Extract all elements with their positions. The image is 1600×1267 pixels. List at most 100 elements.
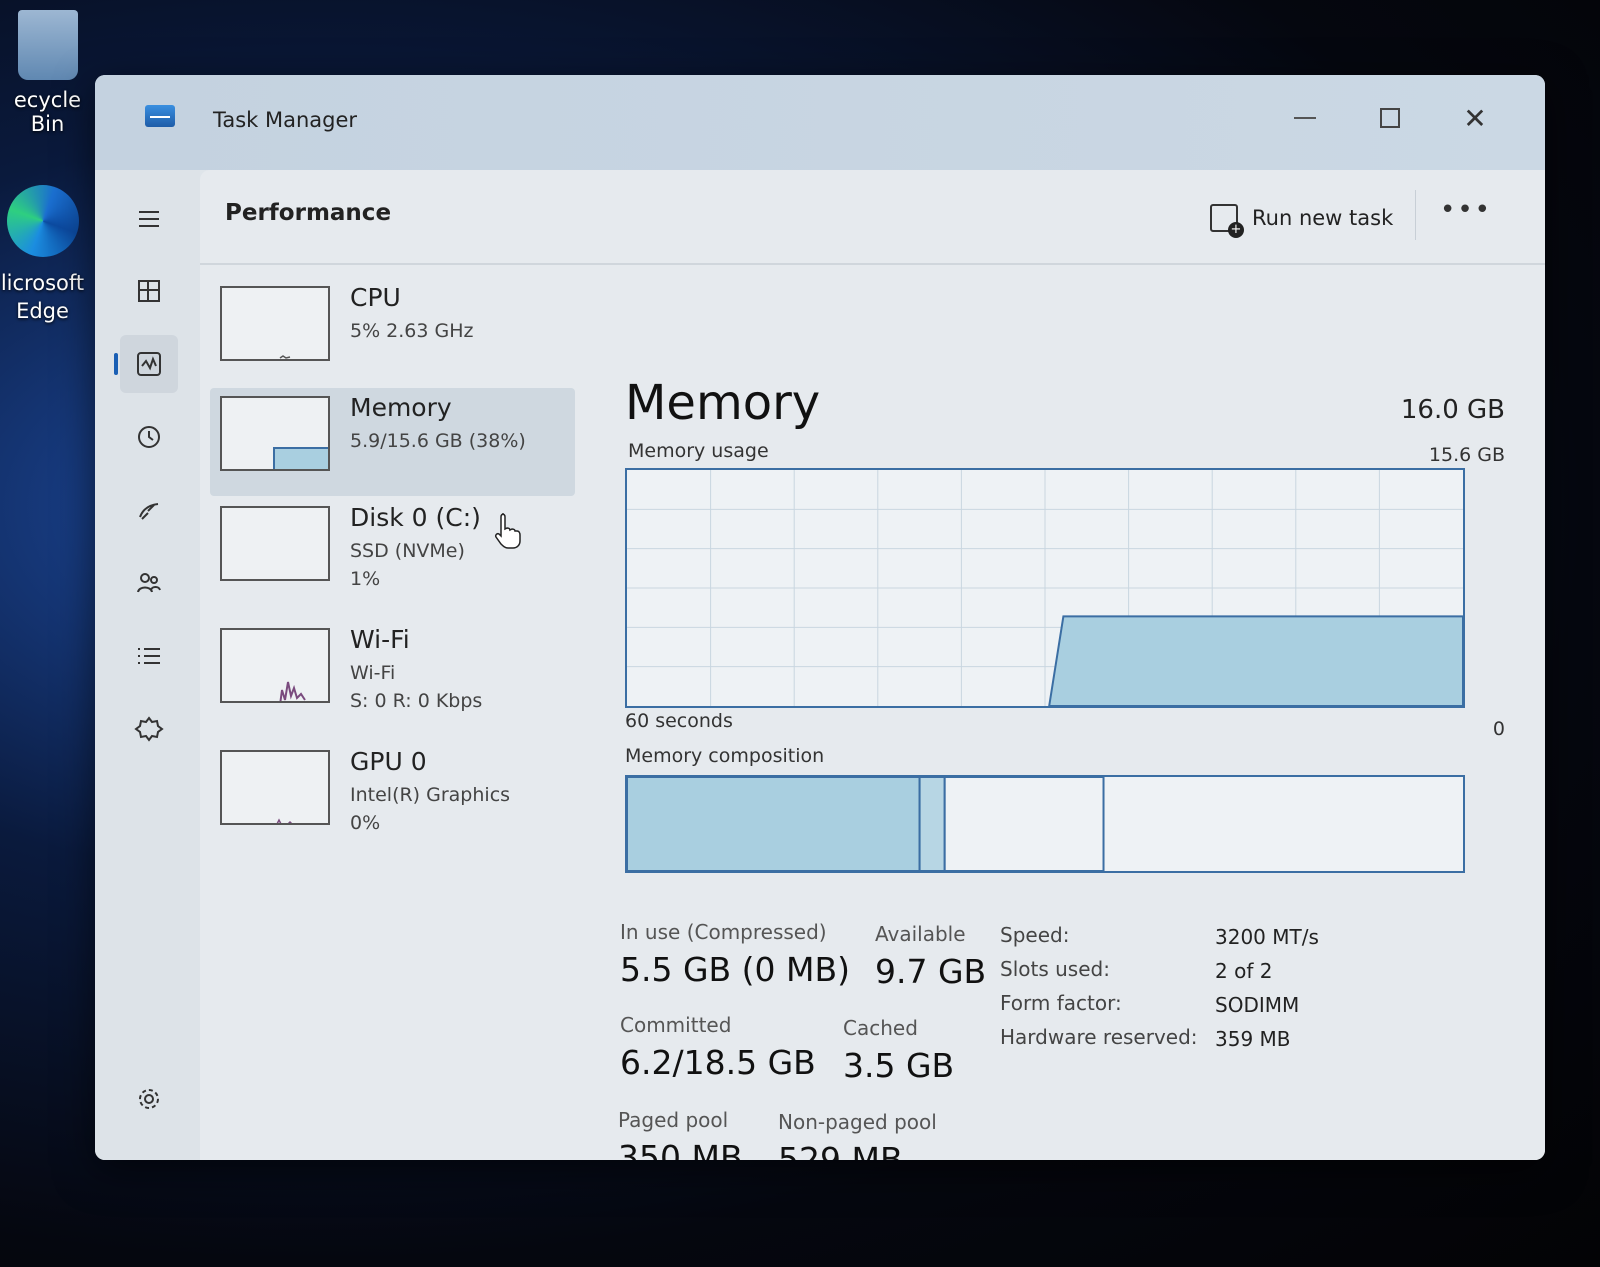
memory-composition-label: Memory composition [625, 745, 825, 767]
device-name: Memory [350, 393, 452, 422]
device-detail-2: S: 0 R: 0 Kbps [350, 690, 483, 712]
edge-label-line1: licrosoft [0, 271, 85, 295]
cpu-thumbnail-graph [220, 286, 330, 361]
composition-in-use [626, 776, 921, 872]
nav-processes[interactable] [120, 262, 178, 320]
device-name: GPU 0 [350, 747, 427, 776]
device-name: Disk 0 (C:) [350, 503, 481, 532]
nav-users[interactable] [120, 554, 178, 612]
device-detail: 5% 2.63 GHz [350, 320, 474, 342]
minimize-icon [1294, 117, 1316, 119]
content-header: Performance Run new task ••• [200, 170, 1545, 265]
task-manager-window: Task Manager ✕ Performance + Run new tas… [95, 75, 1545, 1160]
spec-hw-reserved-value: 359 MB [1215, 1027, 1291, 1051]
detail-title: Memory [625, 375, 821, 431]
device-cpu[interactable]: CPU 5% 2.63 GHz [210, 278, 575, 386]
device-name: Wi-Fi [350, 625, 410, 654]
spec-hw-reserved-label: Hardware reserved: [1000, 1025, 1198, 1049]
device-wifi[interactable]: Wi-Fi Wi-Fi S: 0 R: 0 Kbps [210, 620, 575, 728]
spec-form-factor-value: SODIMM [1215, 993, 1300, 1017]
spec-slots-value: 2 of 2 [1215, 959, 1273, 983]
in-use-label: In use (Compressed) [620, 920, 827, 944]
memory-composition-graph [625, 775, 1465, 873]
close-icon: ✕ [1463, 101, 1487, 135]
task-manager-app-icon [145, 105, 175, 127]
memory-thumbnail-graph [220, 396, 330, 471]
available-value: 9.7 GB [875, 952, 987, 991]
memory-usage-area [1048, 615, 1464, 707]
committed-label: Committed [620, 1013, 732, 1037]
device-detail-2: 0% [350, 812, 381, 834]
performance-icon [137, 352, 161, 376]
maximize-icon [1380, 108, 1400, 128]
composition-standby [943, 776, 1105, 872]
window-title: Task Manager [213, 108, 358, 132]
paged-pool-value: 350 MB [618, 1138, 743, 1160]
paged-pool-label: Paged pool [618, 1108, 729, 1132]
spec-speed-value: 3200 MT/s [1215, 925, 1319, 949]
time-end-label: 0 [1492, 718, 1505, 740]
device-detail: Wi-Fi [350, 662, 396, 684]
spec-speed-label: Speed: [1000, 923, 1070, 947]
disk-thumbnail-graph [220, 506, 330, 581]
nav-app-history[interactable] [120, 408, 178, 466]
run-new-task-icon [1210, 204, 1244, 238]
recycle-bin-label: ecycle Bin [13, 88, 82, 136]
run-new-task-button[interactable]: Run new task [1210, 198, 1393, 238]
nav-services[interactable] [120, 700, 178, 758]
gpu-thumbnail-graph [220, 750, 330, 825]
spec-slots-label: Slots used: [1000, 957, 1110, 981]
nav-details[interactable] [120, 627, 178, 685]
services-icon [134, 716, 164, 742]
time-span-label: 60 seconds [625, 710, 733, 732]
device-detail: SSD (NVMe) [350, 540, 465, 562]
committed-value: 6.2/18.5 GB [620, 1043, 816, 1082]
nav-rail [95, 170, 200, 1160]
menu-icon [139, 211, 159, 227]
more-options-button[interactable]: ••• [1440, 195, 1490, 235]
device-name: CPU [350, 283, 401, 312]
composition-modified [918, 776, 946, 872]
page-title: Performance [225, 200, 392, 226]
edge-desktop-icon[interactable]: licrosoft Edge [0, 185, 85, 325]
in-use-value: 5.5 GB (0 MB) [620, 950, 851, 989]
device-detail: 5.9/15.6 GB (38%) [350, 430, 526, 452]
header-separator [1415, 190, 1416, 240]
wifi-thumbnail-graph [220, 628, 330, 703]
processes-icon [138, 280, 160, 302]
maximize-button[interactable] [1360, 93, 1420, 143]
available-label: Available [875, 922, 966, 946]
app-history-icon [138, 426, 160, 448]
non-paged-pool-value: 529 MB [778, 1140, 903, 1160]
minimize-button[interactable] [1275, 93, 1335, 143]
cached-value: 3.5 GB [843, 1046, 955, 1085]
non-paged-pool-label: Non-paged pool [778, 1110, 937, 1134]
recycle-bin-desktop-icon[interactable]: ecycle Bin [0, 10, 95, 136]
nav-startup-apps[interactable] [120, 481, 178, 539]
run-new-task-label: Run new task [1252, 206, 1394, 230]
memory-usage-graph [625, 468, 1465, 708]
edge-icon [6, 185, 79, 257]
nav-settings[interactable] [120, 1070, 178, 1128]
detail-total-memory: 16.0 GB [1400, 395, 1505, 425]
nav-performance[interactable] [114, 335, 178, 393]
device-detail: Intel(R) Graphics [350, 784, 511, 806]
performance-content: Performance Run new task ••• CPU 5% 2.63… [200, 170, 1545, 1160]
device-gpu[interactable]: GPU 0 Intel(R) Graphics 0% [210, 742, 575, 850]
device-detail-2: 1% [350, 568, 381, 590]
details-icon [138, 648, 160, 664]
startup-apps-icon [139, 503, 159, 520]
device-memory[interactable]: Memory 5.9/15.6 GB (38%) [210, 388, 575, 496]
close-button[interactable]: ✕ [1445, 93, 1505, 143]
users-icon [137, 573, 161, 593]
edge-label-line2: Edge [16, 299, 69, 323]
mouse-cursor-icon [495, 513, 521, 549]
cached-label: Cached [843, 1016, 918, 1040]
settings-icon [139, 1089, 159, 1109]
nav-menu-button[interactable] [120, 190, 178, 248]
memory-usage-label: Memory usage [628, 440, 769, 462]
title-bar[interactable]: Task Manager ✕ [95, 75, 1545, 170]
memory-usage-max: 15.6 GB [1428, 444, 1505, 466]
spec-form-factor-label: Form factor: [1000, 991, 1122, 1015]
recycle-bin-icon [17, 10, 78, 80]
